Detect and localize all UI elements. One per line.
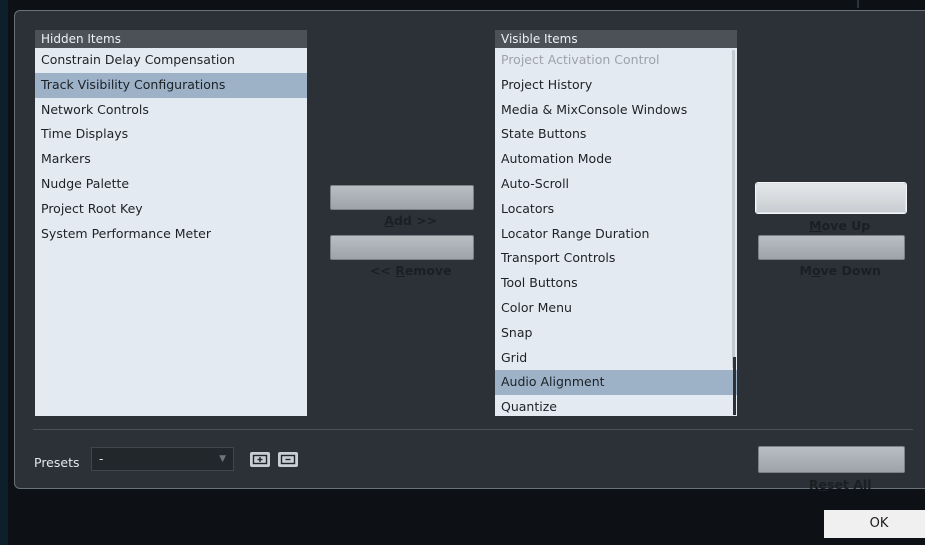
presets-dropdown[interactable]: - ▼	[91, 447, 234, 471]
visible-list-item[interactable]: Snap	[495, 321, 737, 346]
visible-list-item[interactable]: Grid	[495, 346, 737, 371]
move-up-button[interactable]: Move Up	[756, 183, 906, 233]
hidden-list-item[interactable]: Project Root Key	[35, 197, 307, 222]
reset-all-button[interactable]: Reset All	[758, 446, 905, 492]
add-label-post: dd >>	[393, 213, 438, 228]
presets-value: -	[99, 452, 104, 466]
move-up-label-mnemonic: M	[809, 218, 822, 233]
visible-list-item[interactable]: Project Activation Control	[495, 48, 737, 73]
reset-all-label-mnemonic: e	[818, 477, 828, 492]
visible-list-item[interactable]: Quantize	[495, 395, 737, 416]
move-down-label-pre: M	[799, 263, 812, 278]
visible-list-item[interactable]: Color Menu	[495, 296, 737, 321]
chevron-down-icon: ▼	[219, 454, 226, 464]
background-edge	[0, 0, 8, 545]
remove-label-pre: <<	[369, 263, 396, 278]
customize-dialog-panel: Hidden Items Constrain Delay Compensatio…	[14, 10, 925, 492]
hidden-list-item[interactable]: Time Displays	[35, 122, 307, 147]
hidden-list-item[interactable]: System Performance Meter	[35, 222, 307, 247]
add-button[interactable]: Add >>	[330, 185, 474, 228]
separator-line	[33, 429, 913, 430]
visible-list-item[interactable]: Project History	[495, 73, 737, 98]
visible-list-item[interactable]: Tool Buttons	[495, 271, 737, 296]
move-down-label-mnemonic: o	[811, 263, 821, 278]
visible-list-item[interactable]: Locator Range Duration	[495, 222, 737, 247]
visible-list-scrollbar[interactable]	[732, 50, 735, 368]
hidden-list-item[interactable]: Constrain Delay Compensation	[35, 48, 307, 73]
move-up-label-post: ove Up	[821, 218, 871, 233]
remove-button[interactable]: << Remove	[330, 235, 474, 278]
remove-label-mnemonic: R	[395, 263, 405, 278]
visible-items-header: Visible Items	[495, 30, 737, 48]
visible-list-item[interactable]: Automation Mode	[495, 147, 737, 172]
hidden-items-list[interactable]: Hidden Items Constrain Delay Compensatio…	[35, 30, 307, 416]
visible-list-item[interactable]: Auto-Scroll	[495, 172, 737, 197]
hidden-list-item[interactable]: Network Controls	[35, 98, 307, 123]
visible-list-item[interactable]: Locators	[495, 197, 737, 222]
move-down-button[interactable]: Move Down	[758, 235, 905, 278]
hidden-list-item[interactable]: Track Visibility Configurations	[35, 72, 307, 98]
add-label-mnemonic: A	[384, 213, 394, 228]
move-down-label-post: ve Down	[820, 263, 881, 278]
delete-preset-icon[interactable]	[278, 452, 298, 467]
scroll-track-gap	[733, 357, 736, 415]
visible-items-list[interactable]: Visible Items Project Activation Control…	[495, 30, 737, 416]
hidden-items-header: Hidden Items	[35, 30, 307, 48]
visible-list-item[interactable]: Media & MixConsole Windows	[495, 98, 737, 123]
hidden-list-item[interactable]: Nudge Palette	[35, 172, 307, 197]
ok-button[interactable]: OK	[824, 510, 925, 538]
visible-list-item[interactable]: Audio Alignment	[495, 370, 737, 396]
visible-list-item[interactable]: State Buttons	[495, 122, 737, 147]
reset-all-label-pre: R	[808, 477, 819, 492]
save-preset-icon[interactable]	[250, 452, 270, 467]
window-edge-mark	[857, 0, 859, 8]
reset-all-label-post: set All	[827, 477, 872, 492]
visible-list-item[interactable]: Transport Controls	[495, 246, 737, 271]
remove-label-post: emove	[404, 263, 452, 278]
hidden-list-item[interactable]: Markers	[35, 147, 307, 172]
presets-label: Presets	[34, 455, 80, 470]
